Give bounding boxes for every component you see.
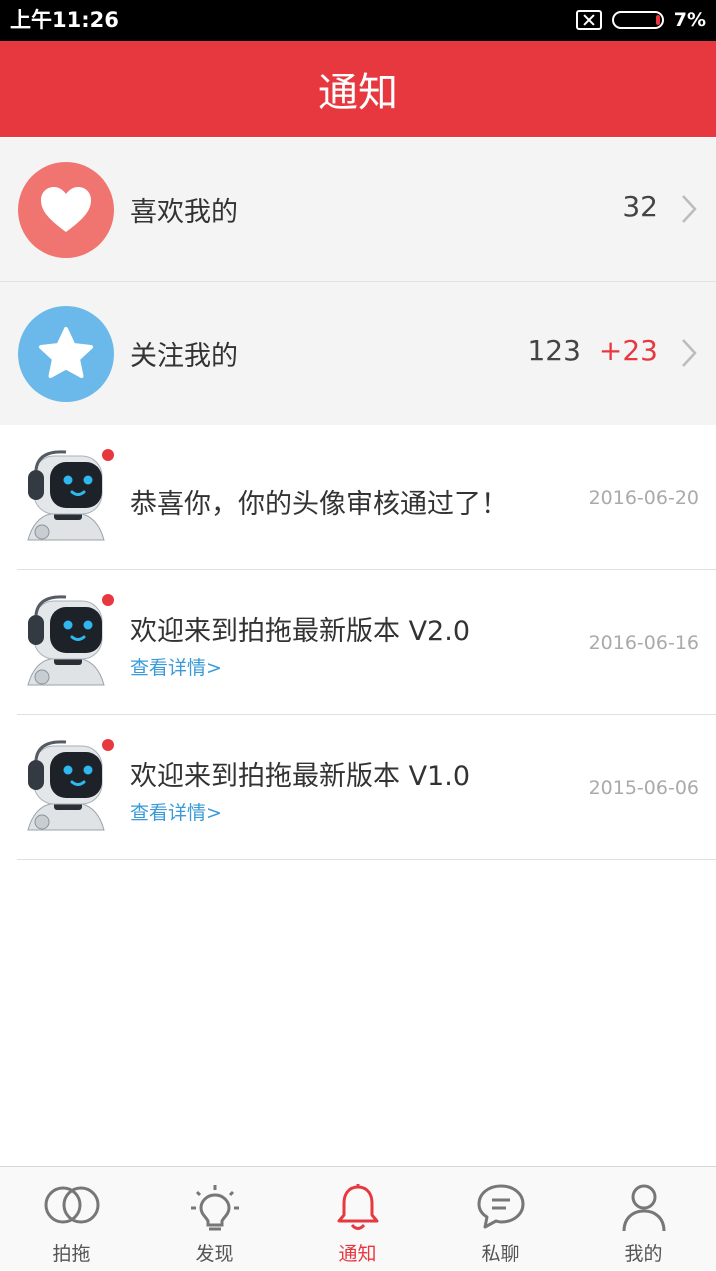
chevron-right-icon [682,195,697,223]
heart-icon [18,162,114,258]
no-sim-icon [575,10,602,30]
status-bar: 上午11:26 7% [0,0,716,41]
notification-date: 2016-06-16 [588,632,699,654]
notification-item[interactable]: 恭喜你，你的头像审核通过了！ 2016-06-20 [17,426,716,570]
followers-counts: 123 +23 [527,334,658,367]
rings-icon [44,1186,99,1224]
nav-label: 发现 [195,1243,234,1265]
lightbulb-icon [190,1185,239,1231]
notification-text: 恭喜你，你的头像审核通过了！ [130,489,508,520]
status-icons: 7% [575,4,706,36]
nav-label: 我的 [624,1243,663,1265]
nav-tab-paituo[interactable]: 拍拖 [0,1167,143,1271]
followers-label: 关注我的 [130,341,238,372]
header-bar: 通知 [0,41,716,137]
likes-label: 喜欢我的 [130,197,238,228]
view-details-link[interactable]: 查看详情> [130,798,222,825]
robot-avatar-icon [27,450,105,541]
person-icon [622,1184,665,1232]
nav-tab-chat[interactable]: 私聊 [429,1167,572,1271]
bell-icon [337,1184,378,1230]
battery-icon [611,11,664,29]
chevron-right-icon [682,339,697,367]
followers-row[interactable]: 关注我的 123 +23 [0,282,716,425]
star-icon [18,306,114,402]
notification-title: 欢迎来到拍拖最新版本 V1.0 [130,761,470,792]
robot-avatar-icon [27,740,105,831]
bottom-nav: 拍拖 发现 通知 私聊 我的 [0,1166,716,1270]
followers-count: 123 [527,334,581,367]
view-details-link[interactable]: 查看详情> [130,653,222,680]
status-time: 上午11:26 [10,8,119,32]
nav-label: 通知 [338,1243,377,1265]
chat-bubble-icon [477,1184,524,1229]
unread-dot [102,449,114,461]
nav-tab-discover[interactable]: 发现 [143,1167,286,1271]
notification-date: 2015-06-06 [588,777,699,799]
notification-item[interactable]: 欢迎来到拍拖最新版本 V2.0 查看详情> 2016-06-16 [17,571,716,715]
battery-percent: 7% [673,9,706,31]
new-followers-count: +23 [598,334,658,367]
notification-title: 欢迎来到拍拖最新版本 V2.0 [130,616,470,647]
nav-tab-profile[interactable]: 我的 [572,1167,715,1271]
unread-dot [102,594,114,606]
notification-item[interactable]: 欢迎来到拍拖最新版本 V1.0 查看详情> 2015-06-06 [17,716,716,860]
likes-row[interactable]: 喜欢我的 32 [0,138,716,281]
nav-label: 私聊 [481,1243,520,1265]
likes-count: 32 [622,190,658,223]
page-title: 通知 [318,70,398,116]
nav-label: 拍拖 [52,1243,91,1265]
notification-date: 2016-06-20 [588,487,699,509]
robot-avatar-icon [27,595,105,686]
nav-tab-notifications[interactable]: 通知 [286,1167,429,1271]
unread-dot [102,739,114,751]
